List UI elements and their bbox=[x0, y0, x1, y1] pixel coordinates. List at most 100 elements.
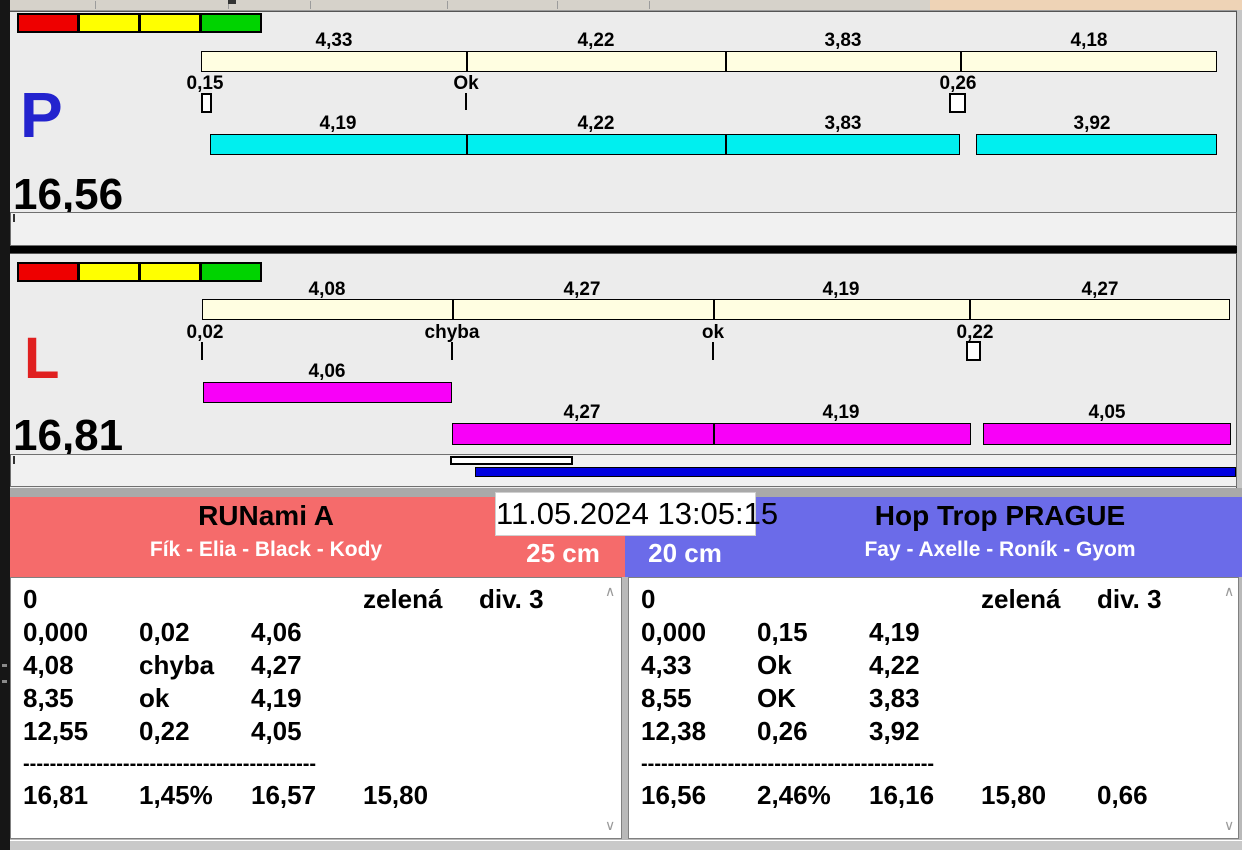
penalty-box bbox=[949, 93, 966, 113]
result-cell: Ok bbox=[757, 652, 792, 678]
segment-divider bbox=[969, 300, 971, 319]
run-bar-first bbox=[203, 382, 452, 403]
scroll-down-icon[interactable]: ∨ bbox=[605, 818, 615, 832]
results-panel-right[interactable]: 0zelenádiv. 30,0000,154,194,33Ok4,228,55… bbox=[628, 577, 1239, 839]
result-cell: OK bbox=[757, 685, 796, 711]
result-cell: 2,46% bbox=[757, 782, 831, 808]
marker-label: 0,26 bbox=[903, 73, 1013, 95]
segment-divider bbox=[466, 135, 468, 154]
run-bar-after-gap bbox=[983, 423, 1231, 445]
result-cell: 4,06 bbox=[251, 619, 302, 645]
scroll-up-icon[interactable]: ∧ bbox=[605, 584, 615, 598]
penalty-box bbox=[201, 93, 212, 113]
marker-label: Ok bbox=[411, 73, 521, 95]
result-cell: 0,66 bbox=[1097, 782, 1148, 808]
lane-p-footer-strip bbox=[10, 212, 1237, 246]
result-cell: 0,15 bbox=[757, 619, 808, 645]
result-cell: chyba bbox=[139, 652, 214, 678]
top-toolbar-right bbox=[930, 0, 1242, 10]
marker-tick bbox=[712, 342, 714, 360]
plan-segment-label: 4,27 bbox=[1045, 279, 1155, 301]
status-indicator-green bbox=[200, 13, 262, 33]
status-indicator-green bbox=[200, 262, 262, 282]
plan-segment-label: 4,27 bbox=[527, 279, 637, 301]
segment-divider bbox=[713, 300, 715, 319]
segment-divider bbox=[960, 52, 962, 71]
result-cell: 16,81 bbox=[23, 782, 88, 808]
result-cell: 0,22 bbox=[139, 718, 190, 744]
result-cell: 4,19 bbox=[251, 685, 302, 711]
run-bar-after-gap bbox=[976, 134, 1217, 155]
toolbar-separator bbox=[310, 1, 311, 9]
result-cell: 0,26 bbox=[757, 718, 808, 744]
result-cell: 12,55 bbox=[23, 718, 88, 744]
result-cell: 0 bbox=[641, 586, 655, 612]
result-cell: 12,38 bbox=[641, 718, 706, 744]
plan-segment-label: 4,18 bbox=[1034, 30, 1144, 52]
run-bar bbox=[210, 134, 960, 155]
category-badge: 20 cm bbox=[622, 538, 748, 569]
right-window-edge bbox=[1237, 10, 1242, 488]
result-cell: 0,02 bbox=[139, 619, 190, 645]
result-cell: 15,80 bbox=[363, 782, 428, 808]
result-cell: div. 3 bbox=[479, 586, 544, 612]
plan-segment-label: 4,19 bbox=[786, 279, 896, 301]
result-cell: zelená bbox=[981, 586, 1061, 612]
result-cell: 8,55 bbox=[641, 685, 692, 711]
result-cell: 4,33 bbox=[641, 652, 692, 678]
run-segment-label: 4,27 bbox=[527, 402, 637, 424]
result-cell: ok bbox=[139, 685, 169, 711]
segment-divider bbox=[452, 300, 454, 319]
run-segment-label: 3,92 bbox=[1037, 113, 1147, 135]
run-bar bbox=[452, 423, 971, 445]
lane-divider bbox=[10, 246, 1237, 253]
lane-letter: L bbox=[24, 334, 59, 383]
result-cell: 4,27 bbox=[251, 652, 302, 678]
toolbar-separator bbox=[95, 1, 96, 9]
status-indicator-red bbox=[17, 13, 79, 33]
result-cell: div. 3 bbox=[1097, 586, 1162, 612]
run-segment-label: 4,19 bbox=[786, 402, 896, 424]
marker-label: 0,15 bbox=[150, 73, 260, 95]
result-cell: 4,19 bbox=[869, 619, 920, 645]
marker-tick bbox=[201, 342, 203, 360]
scroll-up-icon[interactable]: ∧ bbox=[1224, 584, 1234, 598]
result-cell: 4,08 bbox=[23, 652, 74, 678]
result-cell: 16,16 bbox=[869, 782, 934, 808]
marker-tick bbox=[451, 342, 453, 360]
team-members: Fay - Axelle - Roník - Gyom bbox=[744, 538, 1242, 562]
plan-bar bbox=[202, 299, 1230, 320]
run-segment-label: 4,06 bbox=[272, 361, 382, 383]
result-cell: 3,83 bbox=[869, 685, 920, 711]
plan-segment-label: 4,08 bbox=[272, 279, 382, 301]
result-cell: zelená bbox=[363, 586, 443, 612]
left-window-edge bbox=[0, 0, 10, 850]
toolbar-separator bbox=[447, 1, 448, 9]
plan-segment-label: 3,83 bbox=[788, 30, 898, 52]
plan-bar bbox=[201, 51, 1217, 72]
category-badge: 25 cm bbox=[500, 538, 626, 569]
result-cell: 4,05 bbox=[251, 718, 302, 744]
segment-divider bbox=[713, 424, 715, 444]
results-panel-left[interactable]: 0zelenádiv. 30,0000,024,064,08chyba4,278… bbox=[10, 577, 622, 839]
run-segment-label: 4,19 bbox=[283, 113, 393, 135]
result-cell: 1,45% bbox=[139, 782, 213, 808]
result-cell: 16,56 bbox=[641, 782, 706, 808]
team-name: RUNami A bbox=[10, 500, 522, 532]
toolbar-separator bbox=[649, 1, 650, 9]
result-cell: 3,92 bbox=[869, 718, 920, 744]
edge-mark bbox=[2, 680, 7, 683]
toolbar-glyph bbox=[228, 0, 236, 4]
plan-segment-label: 4,33 bbox=[279, 30, 389, 52]
separator-line: ----------------------------------------… bbox=[641, 754, 934, 774]
result-cell: 8,35 bbox=[23, 685, 74, 711]
lane-total-time: 16,56 bbox=[13, 173, 123, 217]
team-name: Hop Trop PRAGUE bbox=[744, 500, 1242, 532]
toolbar-separator bbox=[557, 1, 558, 9]
strip-tick bbox=[13, 456, 15, 464]
marker-label: ok bbox=[658, 322, 768, 344]
status-indicator-yellow bbox=[139, 13, 201, 33]
scroll-down-icon[interactable]: ∨ bbox=[1224, 818, 1234, 832]
segment-divider bbox=[725, 135, 727, 154]
run-segment-label: 4,05 bbox=[1052, 402, 1162, 424]
